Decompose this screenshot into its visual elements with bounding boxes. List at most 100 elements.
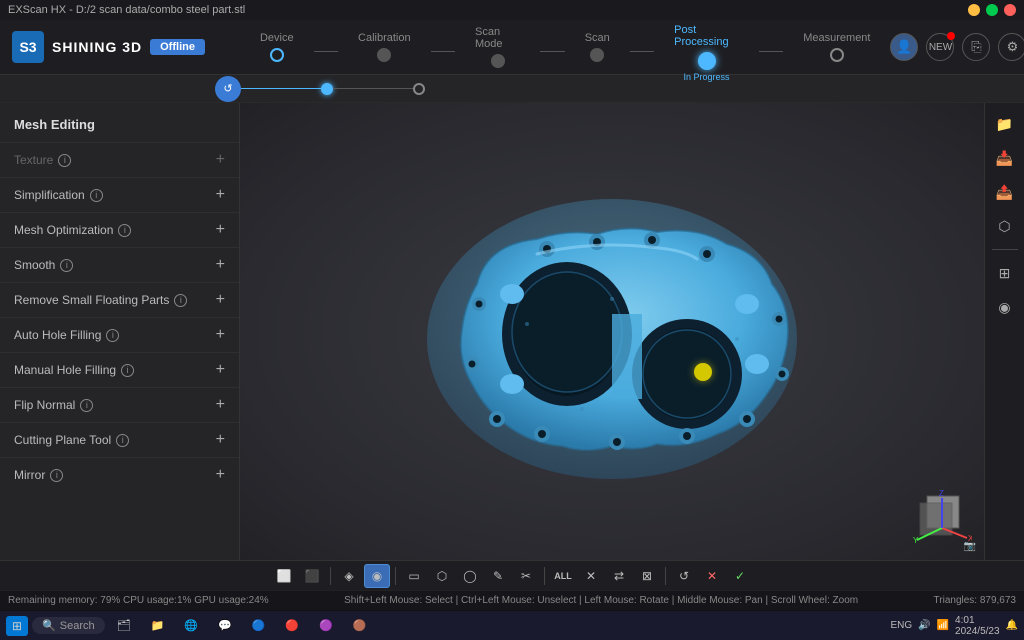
sidebar-item-label-texture: Texture i <box>14 153 71 167</box>
news-icon-btn[interactable]: NEW <box>926 33 954 61</box>
toolbar-select-poly-btn[interactable]: ⬡ <box>429 564 455 588</box>
step-dot-scan <box>590 48 604 62</box>
close-btn[interactable] <box>1004 4 1016 16</box>
sidebar-item-cutting-plane[interactable]: Cutting Plane Tool i + <box>0 422 239 457</box>
nav-step-measurement[interactable]: Measurement <box>783 32 890 62</box>
taskbar-app-1[interactable]: 🗂 <box>109 617 139 634</box>
settings-icon-btn[interactable]: ⚙ <box>998 33 1024 61</box>
nav-step-post[interactable]: Post Processing In Progress <box>654 24 759 70</box>
toolbar-invert-btn[interactable]: ⇄ <box>606 564 632 588</box>
share-icon-btn[interactable]: ⎘ <box>962 33 990 61</box>
model-svg <box>397 164 827 514</box>
mesh-btn[interactable]: ⬡ <box>990 211 1020 241</box>
taskbar-search[interactable]: 🔍 Search <box>32 617 105 634</box>
nav-steps: Device Calibration Scan Mode Scan Post P… <box>240 24 890 70</box>
toolbar-copy-btn[interactable]: ⬜ <box>271 564 297 588</box>
view-grid-btn[interactable]: ⊞ <box>990 258 1020 288</box>
step-dot-device <box>270 48 284 62</box>
step-line-2 <box>431 51 455 52</box>
maximize-btn[interactable] <box>986 4 998 16</box>
taskbar-eng: ENG <box>890 620 912 631</box>
info-icon-mesh-opt: i <box>118 224 131 237</box>
nav-step-calibration[interactable]: Calibration <box>338 32 431 62</box>
toolbar-paste-btn[interactable]: ⬛ <box>299 564 325 588</box>
toolbar-delete-btn[interactable]: ⊠ <box>634 564 660 588</box>
bottom-toolbar: ⬜ ⬛ ◈ ◉ ▭ ⬡ ◯ ✎ ✂ ALL ✕ ⇄ ⊠ ↺ ✕ ✓ <box>0 560 1024 590</box>
title-bar: EXScan HX - D:/2 scan data/combo steel p… <box>0 0 1024 20</box>
viewport[interactable]: X Y Z 📷 <box>240 103 984 560</box>
taskbar-app-8[interactable]: 🟤 <box>345 617 375 634</box>
sidebar-item-label-remove-small: Remove Small Floating Parts i <box>14 293 187 307</box>
sidebar-item-mirror[interactable]: Mirror i + <box>0 457 239 492</box>
minimize-btn[interactable] <box>968 4 980 16</box>
progress-dot-active <box>321 83 333 95</box>
toolbar-points-btn[interactable]: ◉ <box>364 564 390 588</box>
sidebar-item-remove-small[interactable]: Remove Small Floating Parts i + <box>0 282 239 317</box>
sidebar-item-auto-hole[interactable]: Auto Hole Filling i + <box>0 317 239 352</box>
taskbar-clock: 4:01 2024/5/23 <box>955 615 1000 637</box>
sidebar-item-simplification[interactable]: Simplification i + <box>0 177 239 212</box>
expand-icon-smooth: + <box>216 256 225 274</box>
expand-icon-manual-hole: + <box>216 361 225 379</box>
toolbar-cancel-btn[interactable]: ✕ <box>699 564 725 588</box>
toolbar-select-circle-btn[interactable]: ◯ <box>457 564 483 588</box>
nav-step-device[interactable]: Device <box>240 32 314 62</box>
taskbar-app-3[interactable]: 🌐 <box>176 617 206 634</box>
info-icon-manual-hole: i <box>121 364 134 377</box>
toolbar-select-rect-btn[interactable]: ▭ <box>401 564 427 588</box>
taskbar-network-icon[interactable]: 📶 <box>937 620 949 631</box>
sidebar: Mesh Editing Texture i + Simplification … <box>0 103 240 560</box>
sidebar-item-label-smooth: Smooth i <box>14 258 73 272</box>
toolbar-draw-btn[interactable]: ✎ <box>485 564 511 588</box>
sidebar-item-texture[interactable]: Texture i + <box>0 142 239 177</box>
nav-step-label: Measurement <box>803 32 870 44</box>
start-icon: ⊞ <box>12 619 22 633</box>
logo-text: SHINING 3D <box>52 39 142 55</box>
sidebar-item-manual-hole[interactable]: Manual Hole Filling i + <box>0 352 239 387</box>
taskbar-app-2[interactable]: 📁 <box>143 617 173 634</box>
right-panel-divider <box>992 249 1018 250</box>
main-content: Mesh Editing Texture i + Simplification … <box>0 103 1024 560</box>
sidebar-item-smooth[interactable]: Smooth i + <box>0 247 239 282</box>
sidebar-title: Mesh Editing <box>0 111 239 142</box>
toolbar-confirm-btn[interactable]: ✓ <box>727 564 753 588</box>
sidebar-item-label-simplification: Simplification i <box>14 188 103 202</box>
clock-date: 2024/5/23 <box>955 626 1000 637</box>
camera-icon[interactable]: 📷 <box>964 541 976 552</box>
taskbar-app-6[interactable]: 🔴 <box>277 617 307 634</box>
sidebar-item-mesh-opt[interactable]: Mesh Optimization i + <box>0 212 239 247</box>
nav-step-scan-mode[interactable]: Scan Mode <box>455 26 540 68</box>
offline-badge: Offline <box>150 39 205 55</box>
right-panel: 📁 📥 📤 ⬡ ⊞ ◉ <box>984 103 1024 560</box>
toolbar-deselect-btn[interactable]: ✕ <box>578 564 604 588</box>
start-button[interactable]: ⊞ <box>6 616 28 636</box>
tb-sep-2 <box>395 567 396 585</box>
info-icon-texture: i <box>58 154 71 167</box>
taskbar-app-5[interactable]: 🔵 <box>244 617 274 634</box>
step-dot-calibration <box>377 48 391 62</box>
toolbar-cut-btn[interactable]: ✂ <box>513 564 539 588</box>
clock-time: 4:01 <box>955 615 1000 626</box>
toolbar-undo-btn[interactable]: ↺ <box>671 564 697 588</box>
sidebar-item-label-mesh-opt: Mesh Optimization i <box>14 223 131 237</box>
sidebar-item-flip-normal[interactable]: Flip Normal i + <box>0 387 239 422</box>
taskbar-app-4[interactable]: 💬 <box>210 617 240 634</box>
axis-indicator: X Y Z <box>912 488 972 548</box>
step-dot-scan-mode <box>491 54 505 68</box>
taskbar-app-7[interactable]: 🟣 <box>311 617 341 634</box>
toolbar-layers-btn[interactable]: ◈ <box>336 564 362 588</box>
export-btn[interactable]: 📤 <box>990 177 1020 207</box>
toolbar-select-all-btn[interactable]: ALL <box>550 564 576 588</box>
taskbar-sound-icon[interactable]: 🔊 <box>918 620 930 631</box>
nav-step-label: Calibration <box>358 32 411 44</box>
nav-step-scan[interactable]: Scan <box>565 32 630 62</box>
user-icon-btn[interactable]: 👤 <box>890 33 918 61</box>
expand-icon-mesh-opt: + <box>216 221 225 239</box>
tb-sep-1 <box>330 567 331 585</box>
nav-step-label: Post Processing <box>674 24 739 48</box>
taskbar-notification[interactable]: 🔔 <box>1006 620 1018 631</box>
info-icon-mirror: i <box>50 469 63 482</box>
import-btn[interactable]: 📥 <box>990 143 1020 173</box>
open-file-btn[interactable]: 📁 <box>990 109 1020 139</box>
view-solid-btn[interactable]: ◉ <box>990 292 1020 322</box>
